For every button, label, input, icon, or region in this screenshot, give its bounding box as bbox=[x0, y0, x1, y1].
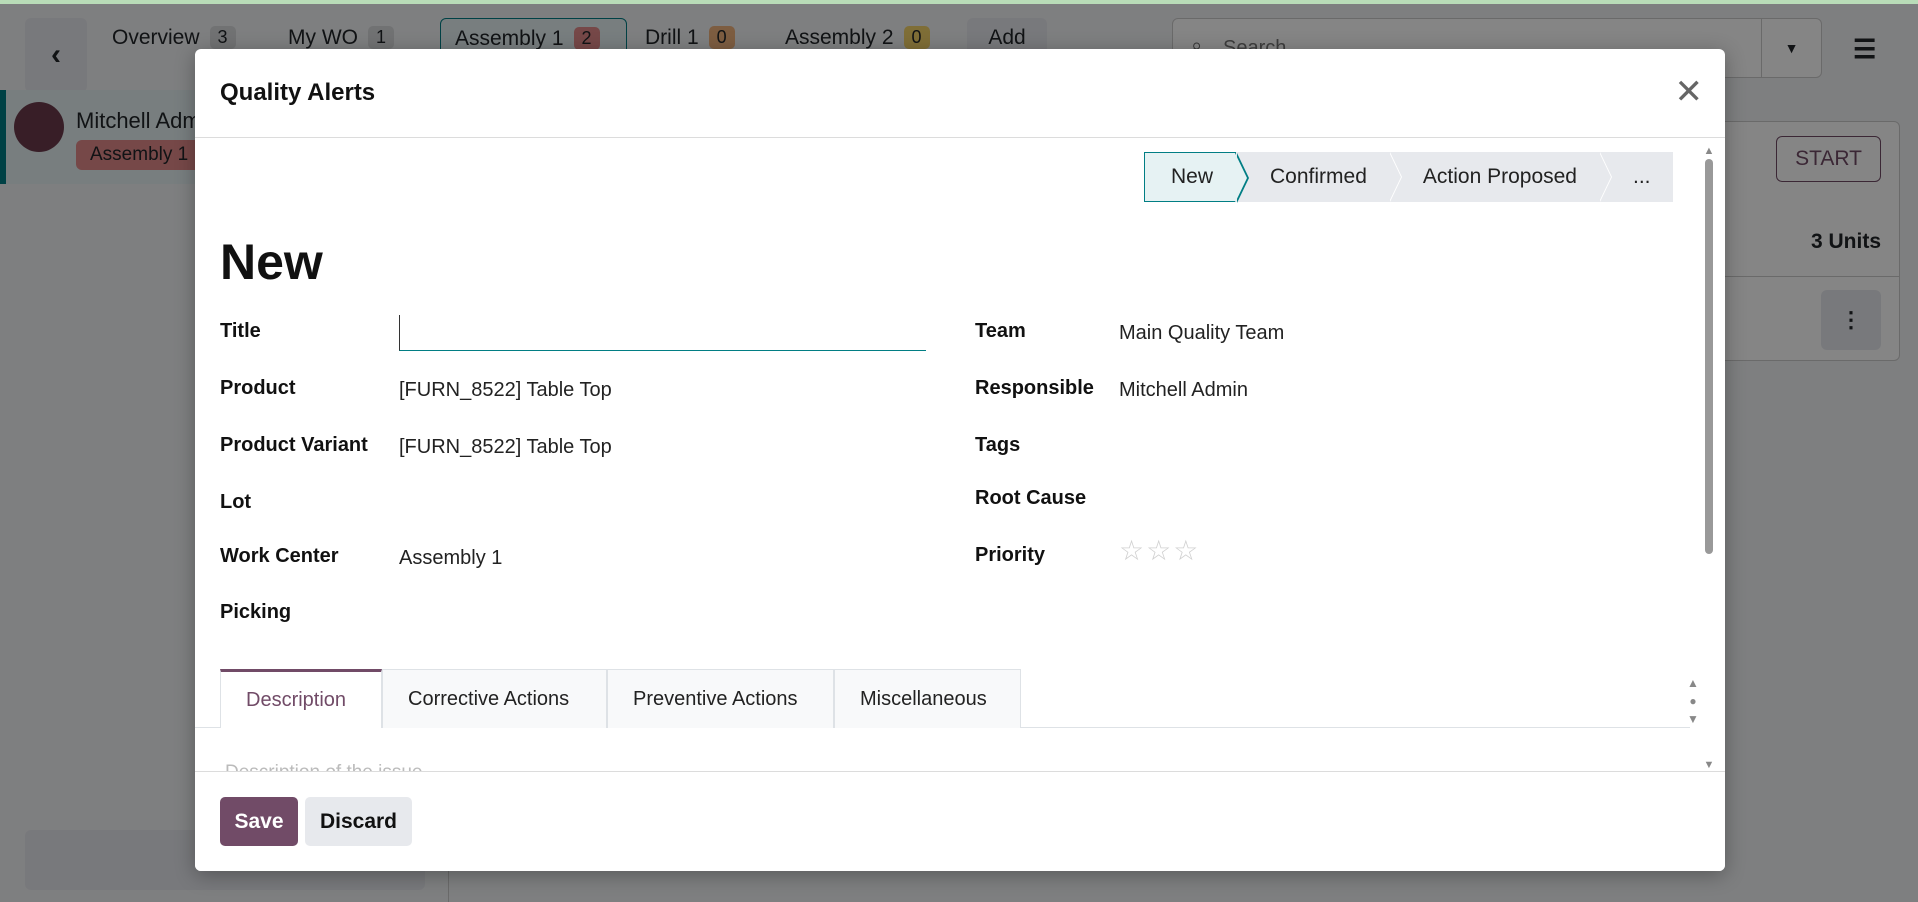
dialog-scrollbar[interactable]: ▲ ▼ bbox=[1703, 145, 1715, 771]
tab-corrective-actions[interactable]: Corrective Actions bbox=[382, 669, 607, 728]
stage-confirmed[interactable]: Confirmed bbox=[1236, 152, 1402, 202]
title-label: Title bbox=[220, 320, 261, 342]
star-icon[interactable]: ☆ bbox=[1173, 535, 1200, 566]
stage-action-proposed[interactable]: Action Proposed bbox=[1389, 152, 1613, 202]
picking-label: Picking bbox=[220, 601, 292, 623]
dialog-footer: Save Discard bbox=[195, 771, 1725, 871]
product-field[interactable]: [FURN_8522] Table Top bbox=[399, 379, 612, 402]
product-label: Product bbox=[220, 377, 296, 399]
product-variant-label: Product Variant bbox=[220, 434, 368, 456]
scroll-thumb[interactable] bbox=[1705, 159, 1713, 554]
tab-preventive-actions[interactable]: Preventive Actions bbox=[607, 669, 834, 728]
tab-miscellaneous[interactable]: Miscellaneous bbox=[834, 669, 1021, 728]
star-icon[interactable]: ☆ bbox=[1146, 535, 1173, 566]
scroll-up-icon[interactable]: ▲ bbox=[1703, 145, 1715, 157]
save-button[interactable]: Save bbox=[220, 797, 298, 846]
root-cause-label: Root Cause bbox=[975, 487, 1087, 509]
title-input[interactable] bbox=[399, 315, 926, 351]
scroll-down-icon[interactable]: ▼ bbox=[1703, 759, 1715, 771]
priority-stars: ☆☆☆ bbox=[1119, 534, 1200, 567]
dialog-title: Quality Alerts bbox=[220, 79, 376, 106]
lot-label: Lot bbox=[220, 491, 252, 513]
discard-button[interactable]: Discard bbox=[305, 797, 412, 846]
team-field[interactable]: Main Quality Team bbox=[1119, 322, 1284, 345]
work-center-label: Work Center bbox=[220, 545, 339, 567]
responsible-label: Responsible bbox=[975, 377, 1094, 399]
tab-area-scrollbar[interactable]: ▲ ● ▼ bbox=[1685, 674, 1701, 734]
product-variant-field[interactable]: [FURN_8522] Table Top bbox=[399, 436, 612, 459]
responsible-field[interactable]: Mitchell Admin bbox=[1119, 379, 1248, 402]
priority-label: Priority bbox=[975, 544, 1046, 566]
record-name: New bbox=[220, 234, 323, 290]
star-icon[interactable]: ☆ bbox=[1119, 535, 1146, 566]
notebook-tabs: Description Corrective Actions Preventiv… bbox=[220, 669, 1021, 728]
close-icon[interactable]: ✕ bbox=[1675, 75, 1704, 109]
stage-statusbar: New Confirmed Action Proposed ... bbox=[1144, 152, 1673, 203]
dialog-header: Quality Alerts ✕ bbox=[195, 49, 1725, 138]
tab-description[interactable]: Description bbox=[220, 669, 382, 728]
team-label: Team bbox=[975, 320, 1026, 342]
quality-alert-dialog: Quality Alerts ✕ New Confirmed Action Pr… bbox=[195, 49, 1725, 871]
tags-label: Tags bbox=[975, 434, 1021, 456]
stage-new[interactable]: New bbox=[1144, 152, 1250, 203]
work-center-field[interactable]: Assembly 1 bbox=[399, 547, 502, 570]
